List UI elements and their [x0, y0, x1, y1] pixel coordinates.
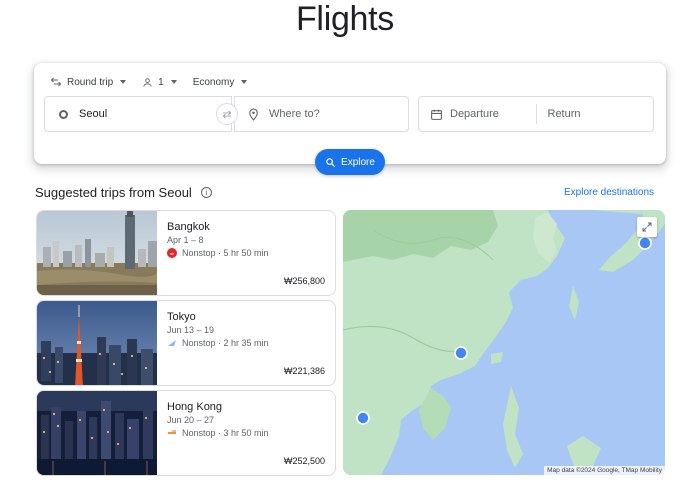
airline-logo-icon	[168, 340, 176, 346]
airline-logo-icon	[168, 430, 176, 434]
page-title: Flights	[295, 0, 395, 38]
explore-destinations-link[interactable]: Explore destinations	[564, 187, 654, 198]
trip-card-bangkok[interactable]: Bangkok Apr 1 – 8 air Nonstop · 5 hr 50 …	[36, 210, 336, 296]
bangkok-photo	[37, 211, 157, 295]
person-icon	[143, 77, 152, 87]
trip-price: ₩221,386	[283, 366, 325, 376]
passengers-select[interactable]: 1	[142, 72, 177, 92]
trip-type-label: Round trip	[67, 76, 114, 88]
search-card: Round trip 1 Economy Seoul ⇄ Where to? D…	[34, 63, 666, 175]
svg-text:air: air	[170, 251, 175, 256]
to-placeholder: Where to?	[269, 108, 320, 120]
trip-card-hong-kong[interactable]: Hong Kong Jun 20 – 27 Nonstop · 3 hr 50 …	[36, 390, 336, 476]
trip-city: Hong Kong	[167, 401, 223, 413]
cabin-class-label: Economy	[192, 76, 235, 88]
dates-field: Departure Return	[418, 96, 654, 132]
trip-flight-info: air Nonstop · 5 hr 50 min	[167, 248, 269, 258]
suggested-trips-heading: Suggested trips from Seoul i	[35, 185, 212, 200]
trip-flight-info: Nonstop · 2 hr 35 min	[167, 338, 269, 348]
search-icon	[326, 157, 336, 167]
trip-dates: Jun 20 – 27	[167, 415, 215, 425]
hong-kong-photo	[37, 391, 157, 475]
circle-icon	[59, 109, 68, 119]
trip-price: ₩252,500	[283, 456, 325, 466]
return-placeholder: Return	[547, 108, 581, 120]
tokyo-photo	[37, 301, 157, 385]
calendar-icon	[431, 109, 442, 120]
passengers-count: 1	[158, 76, 164, 88]
destinations-map[interactable]: Map data ©2024 Google, TMap Mobility	[343, 210, 665, 475]
cabin-class-select[interactable]: Economy	[193, 72, 248, 92]
search-options: Round trip 1 Economy	[50, 72, 263, 92]
map-attribution: Map data ©2024 Google, TMap Mobility	[544, 466, 665, 475]
chevron-down-icon	[241, 80, 248, 84]
info-icon[interactable]: i	[200, 187, 212, 198]
chevron-down-icon	[120, 80, 127, 84]
trip-price: ₩256,800	[283, 276, 325, 286]
airasia-logo-icon: air	[167, 248, 177, 258]
trip-dates: Apr 1 – 8	[167, 235, 204, 245]
from-field[interactable]: Seoul	[44, 96, 232, 132]
swap-arrows-icon	[50, 77, 62, 87]
trip-city: Bangkok	[167, 221, 210, 233]
trip-dates: Jun 13 – 19	[167, 325, 215, 335]
expand-map-button[interactable]	[637, 217, 657, 237]
return-field[interactable]: Return	[537, 97, 654, 131]
expand-icon	[642, 222, 652, 232]
trip-city: Tokyo	[167, 311, 196, 323]
from-value: Seoul	[79, 108, 108, 120]
to-field[interactable]: Where to?	[234, 96, 409, 132]
location-pin-icon	[249, 108, 258, 121]
trip-card-tokyo[interactable]: Tokyo Jun 13 – 19 Nonstop · 2 hr 35 min …	[36, 300, 336, 386]
explore-button-label: Explore	[341, 156, 375, 168]
swap-locations-button[interactable]: ⇄	[216, 103, 238, 125]
trip-flight-text: Nonstop · 2 hr 35 min	[182, 338, 269, 348]
map-canvas	[343, 210, 665, 475]
trip-flight-info: Nonstop · 3 hr 50 min	[167, 428, 269, 438]
departure-field[interactable]: Departure	[419, 97, 536, 131]
trip-flight-text: Nonstop · 5 hr 50 min	[182, 248, 269, 258]
explore-button[interactable]: Explore	[315, 149, 385, 175]
trip-type-select[interactable]: Round trip	[50, 72, 127, 92]
departure-placeholder: Departure	[450, 108, 499, 120]
chevron-down-icon	[170, 80, 177, 84]
trip-flight-text: Nonstop · 3 hr 50 min	[182, 428, 269, 438]
suggested-trips-title: Suggested trips from Seoul	[35, 185, 192, 200]
